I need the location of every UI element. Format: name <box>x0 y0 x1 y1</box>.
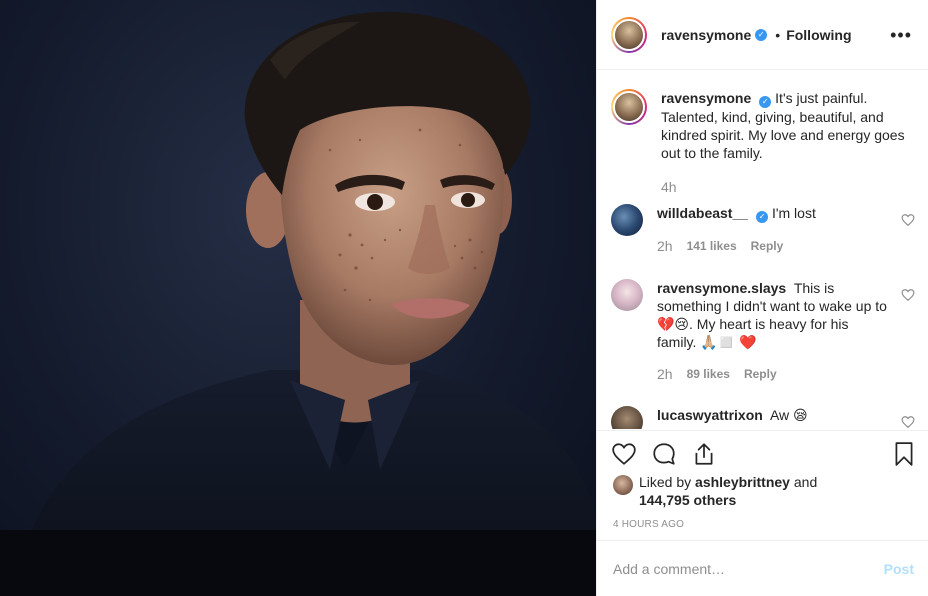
liked-by: Liked by ashleybrittney and 144,795 othe… <box>613 473 817 509</box>
comment-item: ravensymone.slays This is something I di… <box>611 279 915 383</box>
separator-dot: • <box>775 26 781 43</box>
comments-list[interactable]: ravensymone ✓ It's just painful. Talented… <box>597 71 928 429</box>
liker-avatar[interactable] <box>613 475 633 495</box>
portrait-illustration <box>0 11 596 596</box>
following-button[interactable]: Following <box>786 27 851 43</box>
comment-text: I'm lost <box>771 205 816 221</box>
heart-outline-icon[interactable] <box>901 213 915 227</box>
reply-button[interactable]: Reply <box>751 237 784 255</box>
comment-item: willdabeast__ ✓ I'm lost 2h 141 likes Rep… <box>611 204 915 255</box>
add-comment-bar: Add a comment… Post <box>597 540 928 596</box>
post-header: ravensymone ✓ • Following ••• <box>597 0 928 70</box>
commenter-avatar[interactable] <box>611 204 643 236</box>
heart-outline-icon[interactable] <box>901 288 915 302</box>
comment-text: Aw 😪 <box>769 407 808 423</box>
post-actions: Liked by ashleybrittney and 144,795 othe… <box>597 430 928 540</box>
comment-time[interactable]: 2h <box>657 237 673 255</box>
comment-time[interactable]: 2h <box>657 365 673 383</box>
heart-outline-icon[interactable] <box>901 415 915 429</box>
caption-time[interactable]: 4h <box>661 178 677 196</box>
post-comment-button[interactable]: Post <box>884 561 914 577</box>
commenter-avatar[interactable] <box>611 406 643 429</box>
post-details-panel: ravensymone ✓ • Following ••• ravensymon… <box>596 0 928 596</box>
comment-input[interactable]: Add a comment… <box>613 561 884 577</box>
liker-username[interactable]: ashleybrittney <box>695 474 790 490</box>
caption-avatar[interactable] <box>611 89 647 125</box>
reply-button[interactable]: Reply <box>744 365 777 383</box>
verified-badge-icon: ✓ <box>756 211 769 223</box>
comment-username[interactable]: willdabeast__ <box>657 205 748 221</box>
author-avatar[interactable] <box>611 16 647 53</box>
liked-by-conjunction: and <box>793 474 818 490</box>
caption: ravensymone ✓ It's just painful. Talented… <box>611 89 911 196</box>
caption-username[interactable]: ravensymone <box>661 90 751 106</box>
post-photo[interactable] <box>0 0 596 596</box>
comment-username[interactable]: lucaswyattrixon <box>657 407 763 423</box>
liked-by-prefix: Liked by <box>639 474 692 490</box>
comment-item: lucaswyattrixon Aw 😪 <box>611 406 915 429</box>
bookmark-icon[interactable] <box>891 441 917 467</box>
verified-badge-icon: ✓ <box>759 96 772 108</box>
post-timestamp[interactable]: 4 HOURS AGO <box>613 519 684 530</box>
photo-letterbox <box>0 530 596 596</box>
comment-likes[interactable]: 141 likes <box>687 237 737 255</box>
verified-badge-icon: ✓ <box>755 28 768 41</box>
commenter-avatar[interactable] <box>611 279 643 311</box>
likes-count[interactable]: 144,795 others <box>639 492 736 508</box>
author-username[interactable]: ravensymone <box>661 27 751 43</box>
ellipsis-icon[interactable]: ••• <box>890 26 912 44</box>
comment-username[interactable]: ravensymone.slays <box>657 280 786 296</box>
comment-likes[interactable]: 89 likes <box>687 365 730 383</box>
comment-bubble-icon[interactable] <box>651 441 677 467</box>
like-heart-icon[interactable] <box>611 441 637 467</box>
share-icon[interactable] <box>691 441 717 467</box>
